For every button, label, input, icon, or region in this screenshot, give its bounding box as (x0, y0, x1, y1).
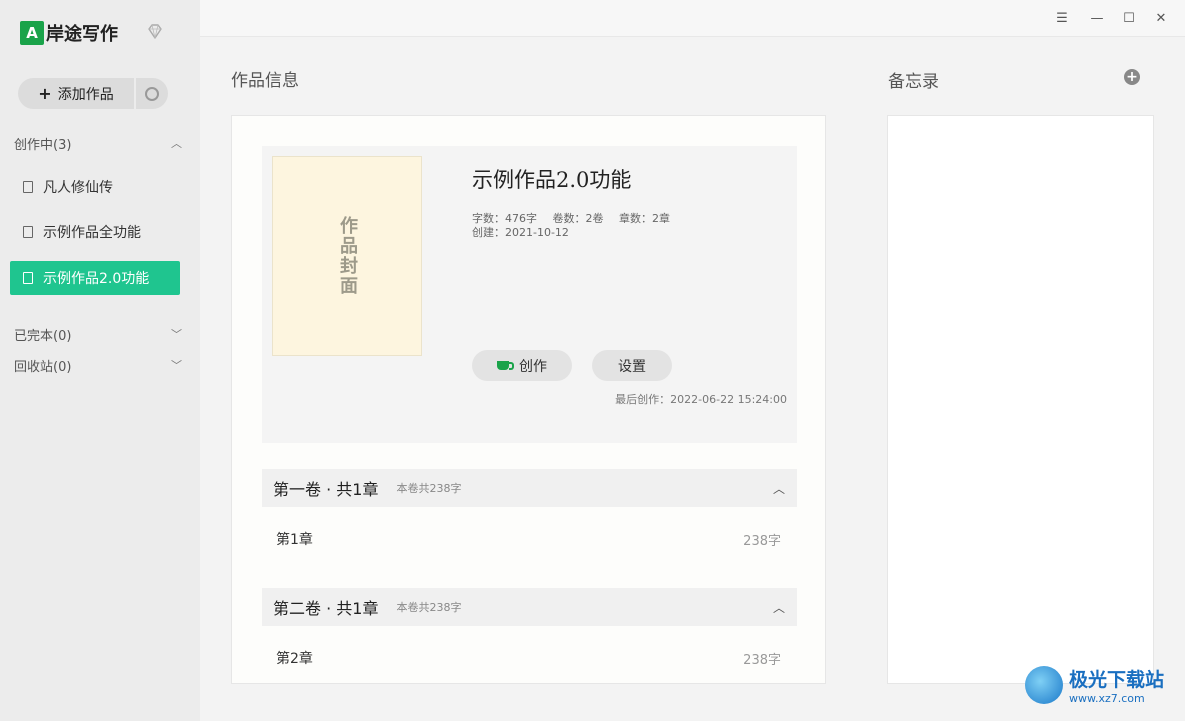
work-title: 示例作品2.0功能 (472, 168, 632, 192)
last-created-time: 最后创作：2022-06-22 15:24:00 (615, 393, 787, 406)
minimize-icon[interactable]: — (1087, 8, 1107, 28)
app-name: 岸途写作 (46, 24, 118, 45)
create-button[interactable]: 创作 (472, 350, 572, 381)
section-title-work-info: 作品信息 (231, 71, 299, 91)
volume-title: 第二卷 · 共1章 (273, 599, 379, 618)
work-stats: 字数：476字 卷数：2卷 章数：2章 创建：2021-10-12 (472, 212, 682, 240)
refresh-button[interactable] (136, 78, 168, 109)
stat-words: 字数：476字 (472, 212, 537, 225)
sidebar-item-work-1[interactable]: 凡人修仙传 (10, 170, 180, 204)
book-icon (23, 272, 33, 284)
maximize-icon[interactable]: ☐ (1119, 8, 1139, 28)
volume-header-2[interactable]: 第二卷 · 共1章 本卷共238字 ︿ (262, 588, 797, 626)
watermark-text: 极光下载站 (1069, 669, 1165, 691)
book-icon (23, 226, 33, 238)
coffee-cup-icon (497, 361, 514, 370)
book-icon (23, 181, 33, 193)
volume-title: 第一卷 · 共1章 (273, 480, 379, 499)
group-label: 创作中(3) (14, 137, 72, 153)
menu-icon[interactable]: ☰ (1052, 8, 1072, 28)
title-bar (200, 0, 1185, 37)
settings-button-label: 设置 (618, 358, 646, 375)
add-memo-icon[interactable]: + (1124, 69, 1140, 85)
watermark-url: www.xz7.com (1069, 692, 1145, 705)
sidebar-item-label: 凡人修仙传 (43, 180, 113, 196)
close-icon[interactable]: ✕ (1151, 8, 1171, 28)
volume-word-count: 本卷共238字 (396, 482, 462, 495)
memo-panel[interactable] (887, 115, 1154, 684)
stat-chapters: 章数：2章 (619, 212, 670, 225)
chapter-row[interactable]: 第1章 238字 (276, 528, 781, 550)
logo-mark-icon: A (20, 21, 44, 45)
plus-icon: + (38, 84, 52, 103)
chapter-word-count: 238字 (743, 533, 781, 549)
cover-placeholder-text: 作品封面 (337, 216, 358, 296)
chevron-down-icon: ﹀ (171, 359, 182, 372)
group-label: 回收站(0) (14, 359, 72, 375)
chevron-down-icon: ﹀ (171, 328, 182, 341)
diamond-icon[interactable] (145, 22, 165, 42)
chevron-up-icon: ︿ (171, 137, 182, 150)
sidebar-item-work-2[interactable]: 示例作品全功能 (10, 215, 180, 249)
stat-created: 创建：2021-10-12 (472, 226, 569, 239)
work-info-card: 作品封面 示例作品2.0功能 字数：476字 卷数：2卷 章数：2章 创建：20… (262, 146, 797, 443)
volume-word-count: 本卷共238字 (396, 601, 462, 614)
chapter-row[interactable]: 第2章 238字 (276, 647, 781, 669)
watermark-logo-icon (1025, 666, 1063, 704)
stat-volumes: 卷数：2卷 (552, 212, 604, 225)
chapter-name: 第2章 (276, 651, 313, 667)
add-work-button[interactable]: + 添加作品 (18, 78, 134, 109)
sidebar-item-work-3[interactable]: 示例作品2.0功能 (10, 261, 180, 295)
memo-title: 备忘录 (888, 72, 939, 92)
settings-button[interactable]: 设置 (592, 350, 672, 381)
volume-header-1[interactable]: 第一卷 · 共1章 本卷共238字 ︿ (262, 469, 797, 507)
watermark: 极光下载站 www.xz7.com (1025, 665, 1164, 705)
chapter-word-count: 238字 (743, 652, 781, 668)
work-info-panel: 作品封面 示例作品2.0功能 字数：476字 卷数：2卷 章数：2章 创建：20… (231, 115, 826, 684)
group-finished[interactable]: 已完本(0) ﹀ (14, 324, 182, 344)
group-label: 已完本(0) (14, 328, 72, 344)
refresh-icon (145, 86, 159, 101)
group-recycle-bin[interactable]: 回收站(0) ﹀ (14, 355, 182, 375)
chevron-up-icon[interactable]: ︿ (773, 480, 785, 497)
sidebar-item-label: 示例作品2.0功能 (43, 271, 150, 287)
sidebar-item-label: 示例作品全功能 (43, 225, 141, 241)
chapter-name: 第1章 (276, 532, 313, 548)
work-cover[interactable]: 作品封面 (272, 156, 422, 356)
app-logo: A 岸途写作 (20, 20, 118, 46)
create-button-label: 创作 (519, 358, 547, 375)
group-in-progress[interactable]: 创作中(3) ︿ (14, 133, 182, 153)
chevron-up-icon[interactable]: ︿ (773, 599, 785, 616)
add-work-label: 添加作品 (57, 86, 114, 103)
